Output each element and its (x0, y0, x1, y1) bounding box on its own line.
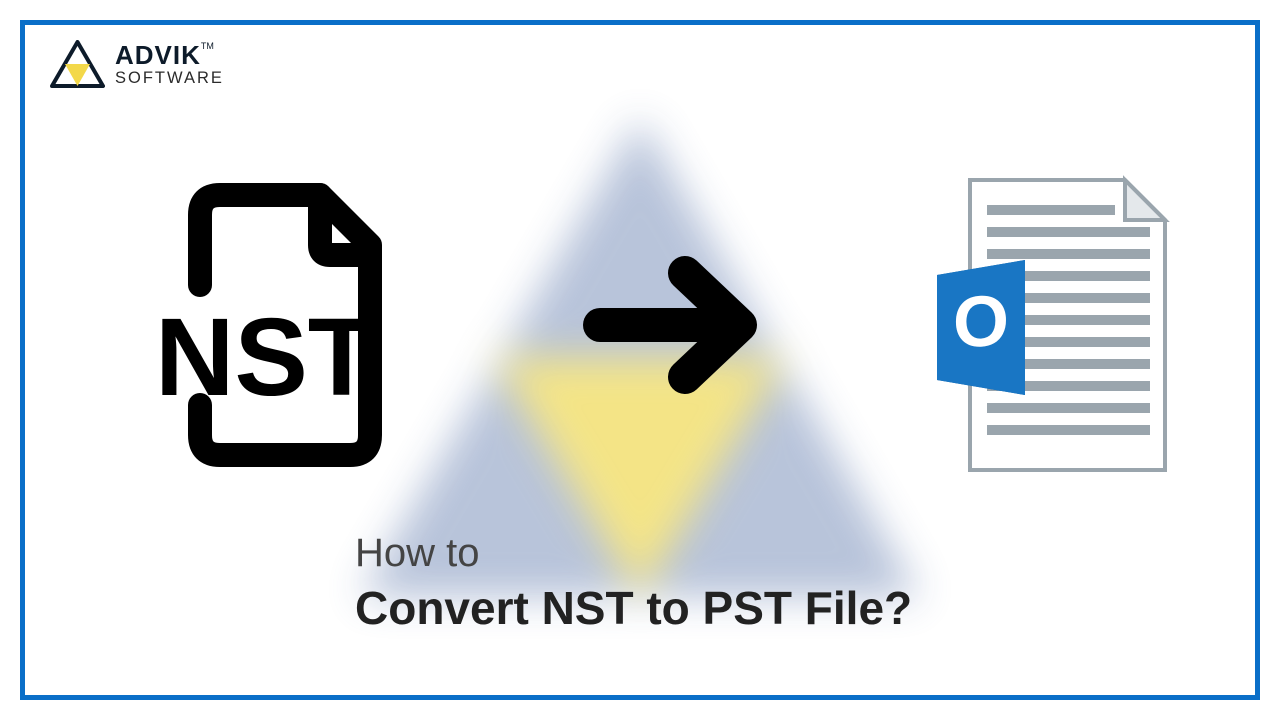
caption: How to Convert NST to PST File? (355, 531, 912, 635)
logo-mark-icon (50, 40, 105, 88)
nst-file-icon: NST (105, 165, 425, 485)
brand-name-bottom: SOFTWARE (115, 70, 224, 87)
brand-logo: ADVIKTM SOFTWARE (50, 40, 224, 88)
arrow-right-icon (575, 245, 775, 405)
conversion-row: NST (105, 165, 1175, 485)
outlook-pst-file-icon: O (925, 170, 1175, 480)
outlook-letter: O (953, 281, 1009, 363)
nst-label: NST (155, 296, 375, 419)
caption-main: Convert NST to PST File? (355, 581, 912, 635)
trademark: TM (201, 41, 214, 51)
caption-pre: How to (355, 531, 912, 576)
brand-name-top: ADVIK (115, 40, 201, 70)
main-frame: ADVIKTM SOFTWARE NST (20, 20, 1260, 700)
